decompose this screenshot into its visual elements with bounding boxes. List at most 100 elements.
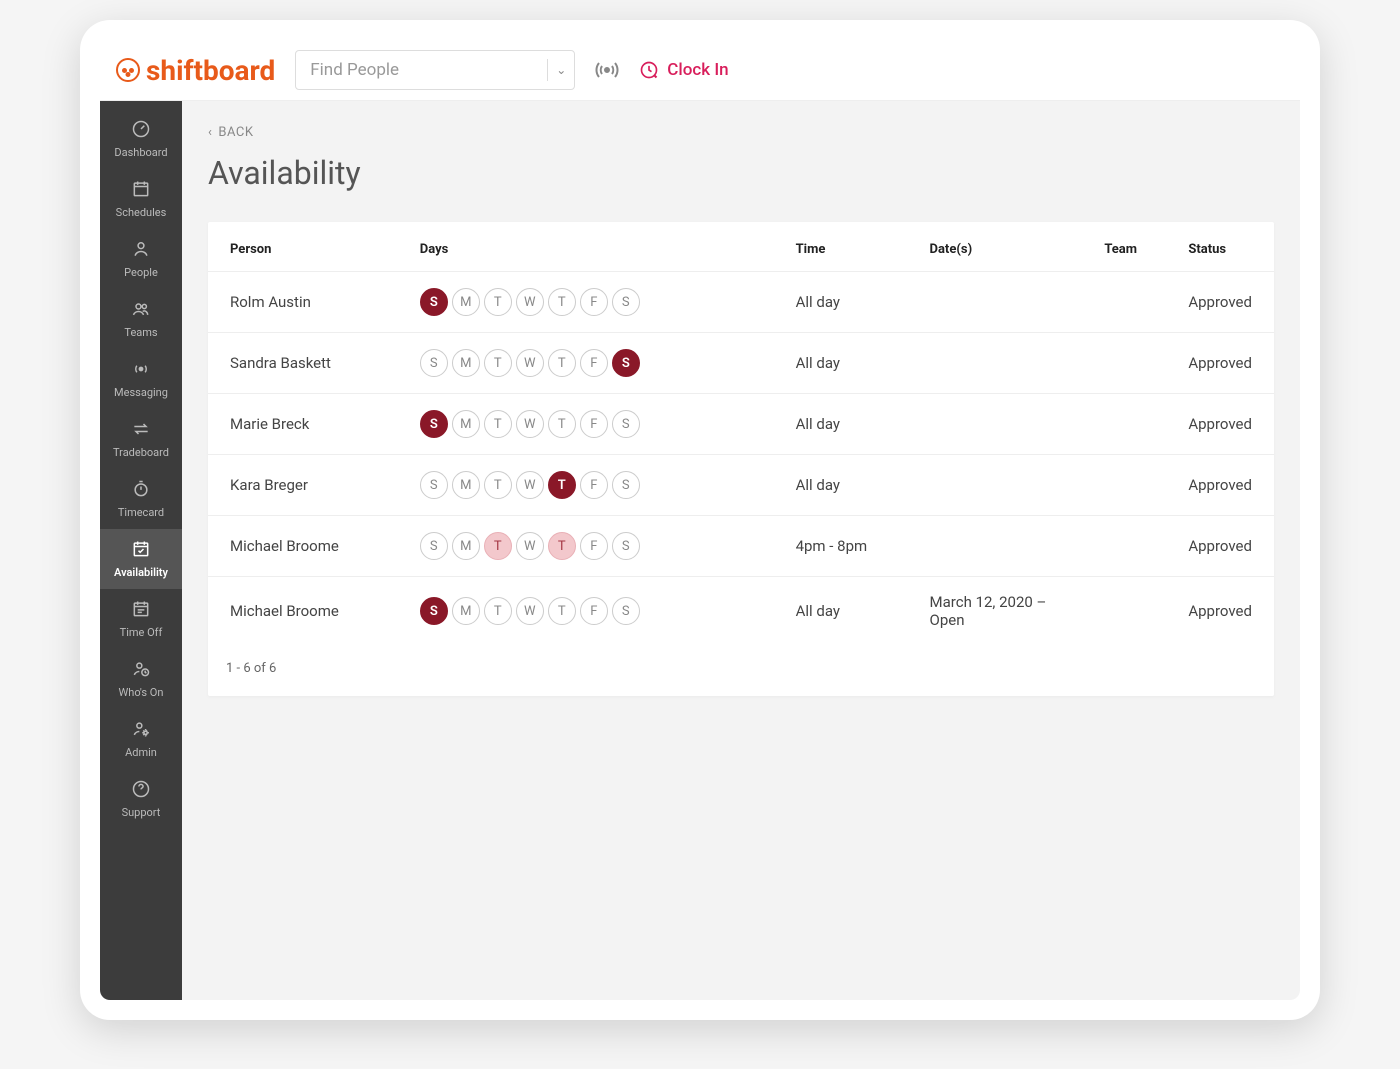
cell-dates <box>914 455 1089 516</box>
main-content: ‹ BACK Availability PersonDaysTimeDate(s… <box>182 101 1300 1000</box>
cell-person: Michael Broome <box>208 577 404 646</box>
cell-status: Approved <box>1172 272 1274 333</box>
sidebar-item-people[interactable]: People <box>100 229 182 289</box>
table-row[interactable]: Rolm AustinSMTWTFSAll dayApproved <box>208 272 1274 333</box>
day-pill[interactable]: F <box>580 410 608 438</box>
day-pill[interactable]: S <box>612 532 640 560</box>
day-pill[interactable]: T <box>548 471 576 499</box>
day-pill[interactable]: S <box>420 597 448 625</box>
day-pill[interactable]: T <box>484 532 512 560</box>
sidebar-item-label: Teams <box>124 326 157 339</box>
day-pill[interactable]: T <box>484 597 512 625</box>
day-pill[interactable]: S <box>612 597 640 625</box>
day-pill[interactable]: T <box>548 597 576 625</box>
sidebar-item-schedules[interactable]: Schedules <box>100 169 182 229</box>
day-pill[interactable]: M <box>452 410 480 438</box>
day-pill[interactable]: S <box>612 288 640 316</box>
day-pill[interactable]: S <box>420 532 448 560</box>
day-pill[interactable]: T <box>548 532 576 560</box>
cell-person: Sandra Baskett <box>208 333 404 394</box>
day-pill[interactable]: M <box>452 471 480 499</box>
day-pill[interactable]: T <box>548 410 576 438</box>
logo-icon <box>116 58 140 82</box>
day-pill[interactable]: W <box>516 288 544 316</box>
sidebar-item-label: Schedules <box>116 206 167 219</box>
day-pill[interactable]: T <box>484 288 512 316</box>
cell-team <box>1088 394 1172 455</box>
device-frame: shiftboard Find People ⌄ Clock In Dashbo… <box>80 20 1320 1020</box>
cell-team <box>1088 577 1172 646</box>
day-pill[interactable]: S <box>612 349 640 377</box>
sidebar-item-label: Timecard <box>118 506 164 519</box>
day-pill[interactable]: S <box>612 410 640 438</box>
day-pill[interactable]: T <box>484 349 512 377</box>
broadcast-icon <box>131 359 151 382</box>
day-pill[interactable]: W <box>516 471 544 499</box>
table-row[interactable]: Sandra BaskettSMTWTFSAll dayApproved <box>208 333 1274 394</box>
sidebar-item-messaging[interactable]: Messaging <box>100 349 182 409</box>
day-pill[interactable]: F <box>580 597 608 625</box>
day-pill[interactable]: F <box>580 532 608 560</box>
day-pill[interactable]: M <box>452 288 480 316</box>
sidebar-item-timecard[interactable]: Timecard <box>100 469 182 529</box>
day-pill[interactable]: W <box>516 410 544 438</box>
table-row[interactable]: Michael BroomeSMTWTFSAll dayMarch 12, 20… <box>208 577 1274 646</box>
col-person: Person <box>208 222 404 272</box>
sidebar-item-time-off[interactable]: Time Off <box>100 589 182 649</box>
day-pill[interactable]: T <box>484 471 512 499</box>
table-row[interactable]: Kara BregerSMTWTFSAll dayApproved <box>208 455 1274 516</box>
sidebar-item-admin[interactable]: Admin <box>100 709 182 769</box>
help-icon <box>131 779 151 802</box>
cell-team <box>1088 272 1172 333</box>
day-pill[interactable]: T <box>484 410 512 438</box>
day-pill[interactable]: S <box>612 471 640 499</box>
availability-table: PersonDaysTimeDate(s)TeamStatus Rolm Aus… <box>208 222 1274 645</box>
table-row[interactable]: Michael BroomeSMTWTFS4pm - 8pmApproved <box>208 516 1274 577</box>
day-pill[interactable]: T <box>548 288 576 316</box>
cell-person: Rolm Austin <box>208 272 404 333</box>
day-pill[interactable]: F <box>580 288 608 316</box>
day-pill[interactable]: S <box>420 349 448 377</box>
day-pill[interactable]: S <box>420 410 448 438</box>
day-pill[interactable]: F <box>580 471 608 499</box>
cell-days: SMTWTFS <box>404 272 780 333</box>
clock-in-button[interactable]: Clock In <box>639 60 728 80</box>
cal-range-icon <box>131 599 151 622</box>
sidebar-item-label: Dashboard <box>114 146 167 159</box>
sidebar-item-availability[interactable]: Availability <box>100 529 182 589</box>
day-pill[interactable]: S <box>420 288 448 316</box>
day-pill[interactable]: W <box>516 532 544 560</box>
day-pill[interactable]: M <box>452 597 480 625</box>
day-pill[interactable]: M <box>452 349 480 377</box>
day-pill[interactable]: M <box>452 532 480 560</box>
cell-days: SMTWTFS <box>404 455 780 516</box>
sidebar-item-tradeboard[interactable]: Tradeboard <box>100 409 182 469</box>
cell-status: Approved <box>1172 333 1274 394</box>
cell-status: Approved <box>1172 577 1274 646</box>
day-pill[interactable]: W <box>516 597 544 625</box>
brand-logo[interactable]: shiftboard <box>116 54 275 87</box>
sidebar-item-support[interactable]: Support <box>100 769 182 829</box>
cal-check-icon <box>131 539 151 562</box>
day-pill[interactable]: T <box>548 349 576 377</box>
sidebar-item-who-s-on[interactable]: Who's On <box>100 649 182 709</box>
cell-person: Kara Breger <box>208 455 404 516</box>
sidebar-item-dashboard[interactable]: Dashboard <box>100 109 182 169</box>
sidebar-item-label: Support <box>122 806 161 819</box>
people-icon <box>131 299 151 322</box>
table-row[interactable]: Marie BreckSMTWTFSAll dayApproved <box>208 394 1274 455</box>
day-pill[interactable]: W <box>516 349 544 377</box>
cell-dates <box>914 516 1089 577</box>
day-pill[interactable]: S <box>420 471 448 499</box>
availability-panel: PersonDaysTimeDate(s)TeamStatus Rolm Aus… <box>208 222 1274 696</box>
stopwatch-icon <box>131 479 151 502</box>
back-link[interactable]: ‹ BACK <box>208 125 254 140</box>
sidebar-item-teams[interactable]: Teams <box>100 289 182 349</box>
day-pill[interactable]: F <box>580 349 608 377</box>
find-people-select[interactable]: Find People ⌄ <box>295 50 575 90</box>
cell-dates <box>914 394 1089 455</box>
col-status: Status <box>1172 222 1274 272</box>
cell-team <box>1088 455 1172 516</box>
cell-status: Approved <box>1172 516 1274 577</box>
broadcast-icon[interactable] <box>595 58 619 82</box>
